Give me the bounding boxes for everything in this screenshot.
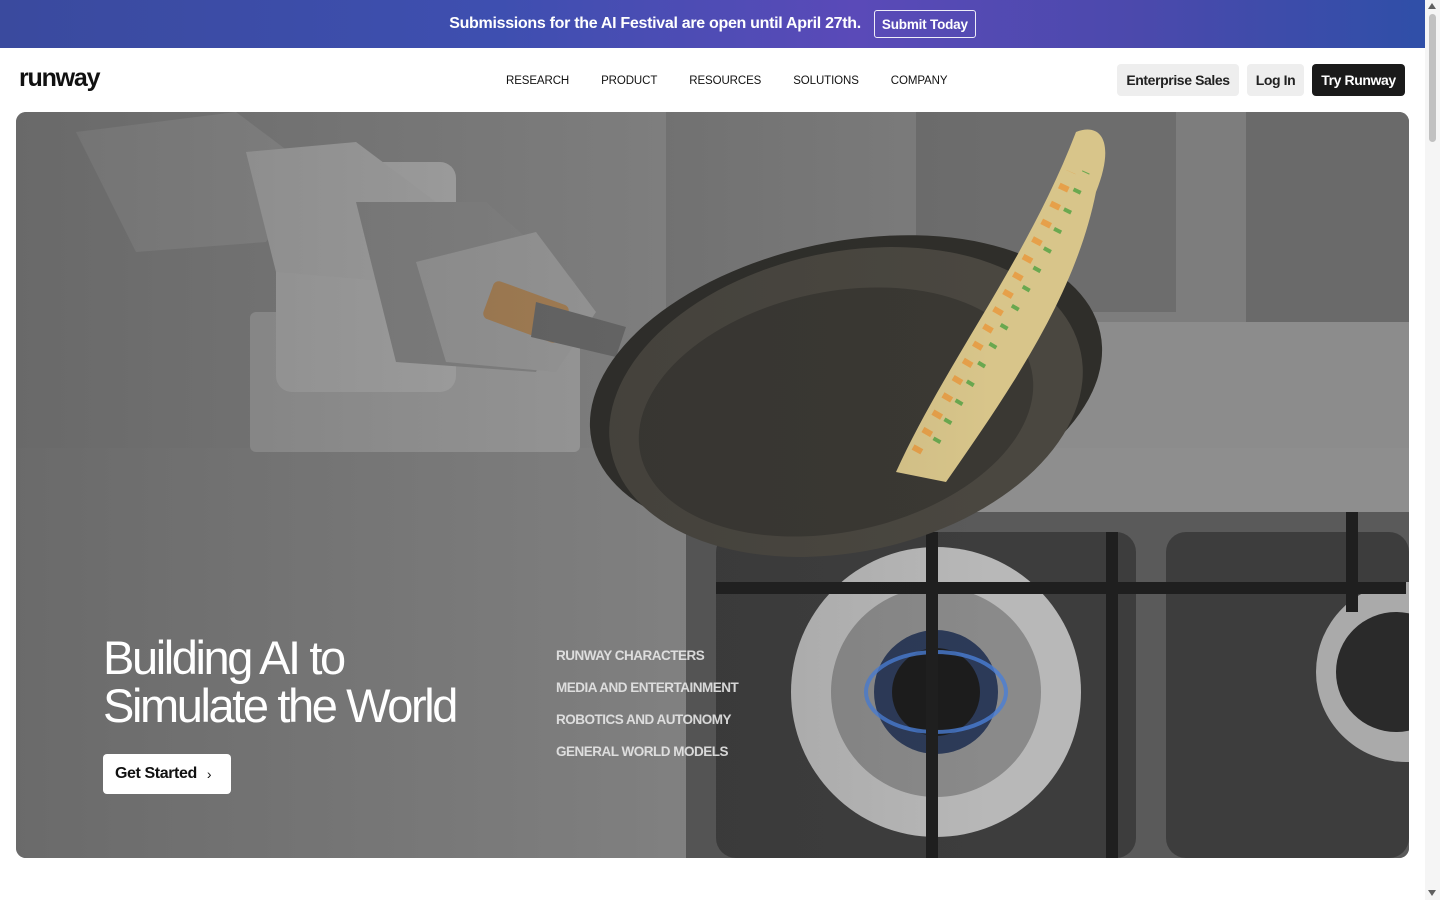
runway-logo[interactable]: runway (19, 64, 101, 93)
get-started-label: Get Started (115, 765, 197, 782)
scroll-down-arrow-icon[interactable] (1428, 890, 1436, 896)
banner-text: Submissions for the AI Festival are open… (449, 15, 861, 32)
link-media-and-entertainment[interactable]: MEDIA AND ENTERTAINMENT (556, 680, 739, 695)
announcement-banner: Submissions for the AI Festival are open… (0, 0, 1425, 48)
submit-today-button[interactable]: Submit Today (873, 10, 976, 38)
site-header: runway RESEARCH PRODUCT RESOURCES SOLUTI… (0, 48, 1425, 112)
nav-company[interactable]: COMPANY (891, 75, 948, 87)
try-runway-button[interactable]: Try Runway (1312, 64, 1405, 96)
hero-title-line-1: Building AI to (103, 631, 346, 684)
page-scrollbar[interactable] (1425, 0, 1440, 900)
hero-title: Building AI to Simulate the World (103, 631, 458, 732)
hero-section: Building AI to Simulate the World Get St… (16, 112, 1409, 858)
link-robotics-and-autonomy[interactable]: ROBOTICS AND AUTONOMY (556, 712, 738, 727)
main-nav: RESEARCH PRODUCT RESOURCES SOLUTIONS COM… (506, 75, 979, 87)
scroll-up-arrow-icon[interactable] (1428, 3, 1436, 9)
link-general-world-models[interactable]: GENERAL WORLD MODELS (556, 744, 738, 759)
nav-resources[interactable]: RESOURCES (689, 75, 761, 87)
nav-research[interactable]: RESEARCH (506, 75, 569, 87)
hero-link-list: RUNWAY CHARACTERS MEDIA AND ENTERTAINMEN… (556, 648, 739, 759)
nav-solutions[interactable]: SOLUTIONS (793, 75, 859, 87)
get-started-button[interactable]: Get Started › (103, 754, 231, 794)
nav-product[interactable]: PRODUCT (601, 75, 657, 87)
link-runway-characters[interactable]: RUNWAY CHARACTERS (556, 648, 738, 663)
chevron-right-icon: › (206, 766, 212, 782)
enterprise-sales-button[interactable]: Enterprise Sales (1117, 64, 1239, 96)
scrollbar-thumb[interactable] (1429, 14, 1436, 142)
log-in-button[interactable]: Log In (1247, 64, 1304, 96)
hero-title-line-2: Simulate the World (103, 679, 458, 732)
